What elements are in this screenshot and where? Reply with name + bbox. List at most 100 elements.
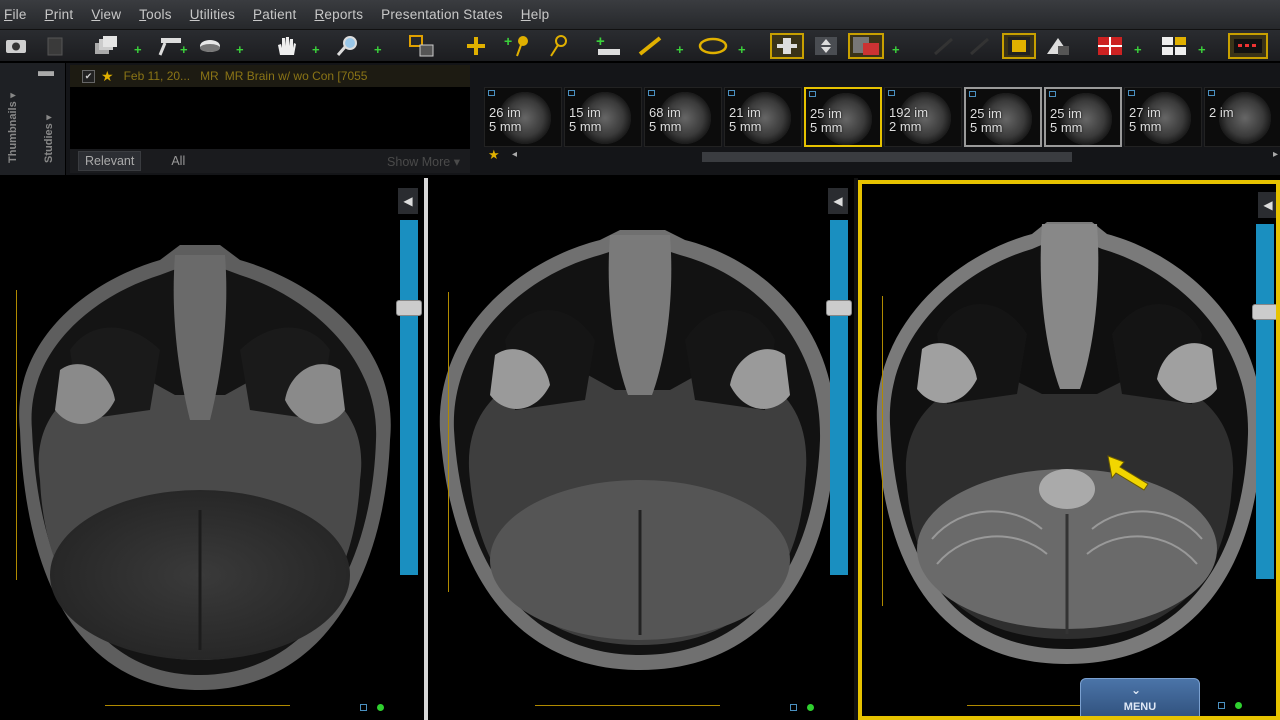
slider-knob[interactable]: [1252, 304, 1276, 320]
thumbnail-image-count: 26 im: [489, 105, 521, 120]
thumbnail-image-count: 15 im: [569, 105, 601, 120]
thumbnail-thickness: 5 mm: [649, 119, 682, 134]
series-thumbnail[interactable]: 26 im 5 mm: [484, 87, 562, 147]
thumbnail-thickness: 5 mm: [729, 119, 762, 134]
disabled-icon: [966, 33, 994, 59]
menu-utilities[interactable]: Utilities: [190, 7, 235, 22]
measure-icon[interactable]: [544, 33, 572, 59]
minimize-icon[interactable]: ▬: [38, 64, 54, 81]
thumbnail-thickness: 5 mm: [970, 120, 1003, 135]
viewport-2[interactable]: ◀: [430, 180, 854, 720]
star-icon[interactable]: ★: [101, 68, 114, 85]
line-icon[interactable]: [636, 33, 664, 59]
thumbnail-image-count: 25 im: [970, 106, 1002, 121]
menu-presentation-states[interactable]: Presentation States: [381, 7, 503, 22]
viewport-menu-arrow-icon[interactable]: ◀: [398, 188, 418, 214]
series-thumbnail[interactable]: 25 im 5 mm: [804, 87, 882, 147]
image-scroll-slider[interactable]: [826, 220, 852, 575]
annotation-icon[interactable]: [1228, 33, 1268, 59]
thumbnail-image-count: 21 im: [729, 105, 761, 120]
series-thumbnail[interactable]: 192 im 2 mm: [884, 87, 962, 147]
ellipse-icon[interactable]: [696, 33, 730, 59]
crosshair-icon[interactable]: [462, 33, 490, 59]
thumbnail-thickness: 5 mm: [569, 119, 602, 134]
series-thumbnail[interactable]: 21 im 5 mm: [724, 87, 802, 147]
study-checkbox[interactable]: ✔: [82, 69, 95, 83]
add-icon[interactable]: +: [1134, 42, 1142, 57]
grid-white-icon[interactable]: [1158, 33, 1190, 59]
menu-patient[interactable]: Patient: [253, 7, 296, 22]
series-thumbnail[interactable]: 68 im 5 mm: [644, 87, 722, 147]
viewport-menu-arrow-icon[interactable]: ◀: [1258, 192, 1276, 218]
add-icon[interactable]: +: [892, 42, 900, 57]
series-thumbnail[interactable]: 27 im 5 mm: [1124, 87, 1202, 147]
copy-icon[interactable]: [42, 33, 70, 59]
viewport-divider: [424, 178, 428, 720]
menu-reports[interactable]: Reports: [314, 7, 363, 22]
series-thumbnail[interactable]: 15 im 5 mm: [564, 87, 642, 147]
layout-icon[interactable]: [1002, 33, 1036, 59]
eye-icon[interactable]: [196, 33, 224, 59]
viewport-menu-button[interactable]: ⌄ MENU: [1080, 678, 1200, 716]
zoom-icon[interactable]: [334, 33, 362, 59]
localizer-icon[interactable]: [408, 33, 436, 59]
horizontal-scale: [105, 700, 290, 706]
menu-file[interactable]: File: [4, 7, 27, 22]
status-dot-icon: [1235, 702, 1242, 709]
menu-view[interactable]: View: [91, 7, 121, 22]
scroll-right-icon[interactable]: ▸: [1273, 149, 1278, 160]
viewport-menu-arrow-icon[interactable]: ◀: [828, 188, 848, 214]
thumbnail-scroll[interactable]: ★ ◂ ▸: [482, 147, 1280, 163]
thumbnail-scrollbar[interactable]: [702, 152, 1072, 162]
toolbar: + + + + + + + + + + + +: [0, 30, 1280, 62]
add-icon[interactable]: +: [1198, 42, 1206, 57]
add-icon[interactable]: +: [738, 42, 746, 57]
add-icon[interactable]: +: [236, 42, 244, 57]
tab-thumbnails[interactable]: Thumbnails ▾: [6, 93, 19, 163]
invert-icon[interactable]: [1042, 33, 1074, 59]
sync-indicator-icon: [1218, 702, 1225, 709]
thumbnail-thickness: 5 mm: [1129, 119, 1162, 134]
slider-knob[interactable]: [826, 300, 852, 316]
menu-help[interactable]: Help: [521, 7, 550, 22]
series-indicator-icon: [1208, 90, 1215, 96]
ruler-icon[interactable]: +: [594, 33, 622, 59]
mri-image: [19, 245, 391, 690]
add-icon[interactable]: +: [134, 42, 142, 57]
scroll-left-icon[interactable]: ◂: [512, 149, 517, 160]
slider-knob[interactable]: [396, 300, 422, 316]
all-button[interactable]: All: [171, 154, 185, 168]
menu-tools[interactable]: Tools: [139, 7, 172, 22]
series-thumbnail[interactable]: 25 im 5 mm: [1044, 87, 1122, 147]
stack-icon[interactable]: [92, 33, 120, 59]
screenshot-icon[interactable]: [2, 33, 30, 59]
series-thumbnail[interactable]: 25 im 5 mm: [964, 87, 1042, 147]
image-swap-icon[interactable]: [848, 33, 884, 59]
add-icon[interactable]: +: [374, 42, 382, 57]
study-row[interactable]: ✔ ★ Feb 11, 20... MR MR Brain w/ wo Con …: [70, 65, 470, 87]
viewport-1[interactable]: ◀: [0, 180, 424, 720]
add-icon[interactable]: +: [180, 42, 188, 57]
thumbnail-image-count: 27 im: [1129, 105, 1161, 120]
series-thumbnail[interactable]: 2 im: [1204, 87, 1280, 147]
image-scroll-slider[interactable]: [1252, 224, 1276, 579]
relevant-button[interactable]: Relevant: [78, 151, 142, 171]
flip-icon[interactable]: [810, 33, 842, 59]
vertical-scale: [448, 292, 458, 592]
series-indicator-icon: [969, 91, 976, 97]
tab-studies[interactable]: Studies ▾: [42, 115, 55, 163]
viewport-3-active[interactable]: ◀ ⌄ MENU: [858, 180, 1280, 720]
scroll-icon[interactable]: [770, 33, 804, 59]
menu-label: MENU: [1123, 701, 1157, 713]
menu-print[interactable]: Print: [45, 7, 74, 22]
series-indicator-icon: [728, 90, 735, 96]
pan-hand-icon[interactable]: [272, 33, 300, 59]
thumbnail-image-count: 25 im: [1050, 106, 1082, 121]
star-icon[interactable]: ★: [488, 147, 500, 163]
add-icon[interactable]: +: [312, 42, 320, 57]
show-more-button[interactable]: Show More ▾: [387, 154, 460, 169]
add-icon[interactable]: +: [676, 42, 684, 57]
grid-red-icon[interactable]: [1094, 33, 1126, 59]
image-scroll-slider[interactable]: [396, 220, 422, 575]
pin-icon[interactable]: +: [504, 33, 532, 59]
